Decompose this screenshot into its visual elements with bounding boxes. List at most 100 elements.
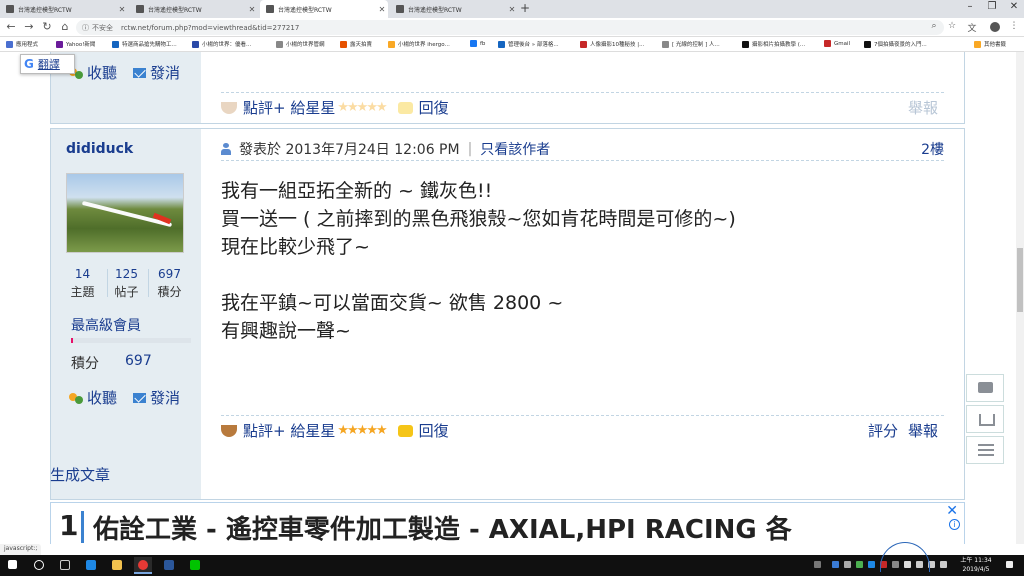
tray-user-icon[interactable] (814, 561, 821, 568)
floor-number[interactable]: 2樓 (921, 139, 944, 159)
bookmark-label: Gmail (834, 40, 851, 47)
line-app[interactable] (186, 557, 204, 574)
ad-headline[interactable]: 佑詮工業 - 遙控車零件加工製造 - AXIAL,HPI RACING 各 (93, 509, 792, 544)
browser-tab-4[interactable]: 台灣遙控模型RCTW ✕ (390, 0, 518, 18)
rate-link[interactable]: 點評 (243, 420, 273, 441)
tray-app-icon[interactable] (856, 561, 863, 568)
listen-link[interactable]: 收聽 (87, 62, 117, 83)
tray-app-icon[interactable] (832, 561, 839, 568)
bookmark-item[interactable]: 7個拍攝夜景的入門... (864, 40, 927, 48)
bookmark-label: 攝影相片拍攝教學 (... (752, 42, 806, 48)
menu-kebab-icon[interactable]: ⋮ (1008, 21, 1020, 33)
score-link[interactable]: 評分 (868, 420, 898, 441)
report-link[interactable]: 舉報 (908, 420, 938, 441)
bookmark-item[interactable]: 管理後台 » 部落格... (498, 40, 559, 48)
bookmark-item[interactable]: 小楊的世界：優看... (192, 40, 251, 48)
ad-divider (81, 511, 84, 543)
comment-icon[interactable] (966, 374, 1004, 402)
avatar[interactable] (66, 173, 184, 253)
bookmark-star-icon[interactable]: ☆ (946, 21, 958, 33)
stat-posts[interactable]: 125 帖子 (104, 267, 149, 300)
chrome-app[interactable] (134, 557, 152, 574)
reply-link[interactable]: 回復 (419, 97, 449, 118)
tab-close-icon[interactable]: ✕ (116, 5, 128, 14)
scrollbar-thumb[interactable] (1017, 248, 1023, 312)
points-value[interactable]: 697 (125, 353, 152, 369)
back-icon[interactable]: ← (4, 20, 18, 33)
google-icon: G (24, 57, 34, 71)
new-tab-button[interactable]: + (520, 1, 530, 15)
author-username[interactable]: dididuck (66, 141, 133, 157)
page-scrollbar[interactable] (1016, 52, 1024, 544)
explorer-app[interactable] (108, 557, 126, 574)
start-button[interactable] (4, 557, 22, 574)
tab-title: 台灣遙控模型RCTW (18, 6, 72, 14)
bookmark-label: [ 光線的控制 ] 人... (672, 42, 720, 48)
give-stars-link[interactable]: + 給星星 (273, 97, 335, 118)
post-action-bar: 點評 + 給星星 ★★★★★ 回復 評分 舉報 (221, 415, 944, 440)
restore-icon[interactable]: ❐ (982, 1, 1002, 12)
bookmark-item[interactable]: Yahoo!新聞 (56, 40, 95, 48)
bookmark-item[interactable]: 人像攝影10種秘技 |... (580, 40, 644, 48)
url-text[interactable]: rctw.net/forum.php?mod=viewthread&tid=27… (121, 24, 299, 32)
bookmark-item[interactable]: 攝影相片拍攝教學 (... (742, 40, 805, 48)
info-icon[interactable]: ⓘ (82, 23, 89, 33)
list-icon[interactable] (966, 436, 1004, 464)
ad-close-icon[interactable]: ✕ (946, 503, 958, 519)
ad-info-icon[interactable]: i (949, 519, 960, 530)
browser-tab-3-active[interactable]: 台灣遙控模型RCTW ✕ (260, 0, 388, 18)
back-to-top-icon[interactable] (966, 405, 1004, 433)
bookmark-item[interactable]: [ 光線的控制 ] 人... (662, 40, 720, 48)
tab-close-icon[interactable]: ✕ (506, 5, 518, 14)
browser-tab-2[interactable]: 台灣遙控模型RCTW ✕ (130, 0, 258, 18)
tab-close-icon[interactable]: ✕ (246, 5, 258, 14)
bookmark-item[interactable]: fb (470, 40, 485, 47)
clock-date: 2019/4/5 (962, 566, 990, 573)
give-stars-link[interactable]: + 給星星 (273, 420, 335, 441)
stat-number: 125 (115, 267, 138, 281)
browser-tab-1[interactable]: 台灣遙控模型RCTW ✕ (0, 0, 128, 18)
listen-link[interactable]: 收聽 (87, 387, 117, 408)
input-method-icon[interactable] (940, 561, 947, 568)
bookmark-item[interactable]: 小楊的世界管網 (276, 40, 325, 48)
tray-app-icon[interactable] (868, 561, 875, 568)
forward-icon[interactable]: → (22, 20, 36, 33)
reload-icon[interactable]: ↻ (40, 20, 54, 33)
bookmark-item[interactable]: 小楊的世界 ihergo... (388, 40, 450, 48)
bookmark-item[interactable]: 其他書籤 (974, 40, 1006, 48)
rate-link[interactable]: 點評 (243, 97, 273, 118)
translate-link[interactable]: 翻譯 (38, 56, 60, 72)
stat-points[interactable]: 697 積分 (147, 267, 192, 300)
window-close-icon[interactable]: ✕ (1004, 1, 1024, 12)
message-link[interactable]: 發消 (150, 387, 180, 408)
google-translate-popup[interactable]: G 翻譯 (20, 54, 75, 74)
report-link[interactable]: 舉報 (908, 97, 938, 118)
home-icon[interactable]: ⌂ (58, 20, 72, 33)
ad-banner[interactable]: 1 佑詮工業 - 遙控車零件加工製造 - AXIAL,HPI RACING 各 … (50, 502, 965, 544)
tab-close-icon[interactable]: ✕ (376, 5, 388, 14)
tray-app-icon[interactable] (844, 561, 851, 568)
search-button[interactable] (30, 557, 48, 574)
bookmark-item[interactable]: 應用程式 (6, 40, 38, 48)
stat-label: 主題 (70, 285, 95, 299)
generate-article-link[interactable]: 生成文章 (50, 464, 110, 485)
stat-topics[interactable]: 14 主題 (60, 267, 105, 300)
bookmark-item[interactable]: 露天拍賣 (340, 40, 372, 48)
profile-avatar[interactable] (990, 22, 1000, 32)
post-floor-2: dididuck 14 主題 125 帖子 697 積分 最高級會員 積分 69… (50, 128, 965, 500)
reply-link[interactable]: 回復 (419, 420, 449, 441)
message-link[interactable]: 發消 (150, 62, 180, 83)
edge-app[interactable] (82, 557, 100, 574)
url-bar[interactable]: ⓘ 不安全 rctw.net/forum.php?mod=viewthread&… (76, 20, 944, 35)
member-rank[interactable]: 最高級會員 (71, 315, 141, 335)
translate-extension-icon[interactable]: 文 (966, 21, 978, 34)
minimize-icon[interactable]: – (960, 1, 980, 12)
zoom-icon[interactable]: ⌕ (928, 21, 940, 33)
notifications-icon[interactable] (1006, 561, 1013, 568)
system-clock[interactable]: 上午 11:34 2019/4/5 (956, 556, 996, 574)
word-app[interactable] (160, 557, 178, 574)
author-only-link[interactable]: 只看該作者 (480, 139, 550, 159)
task-view-button[interactable] (56, 557, 74, 574)
bookmark-item[interactable]: 特選商品搶先購物工... (112, 40, 177, 48)
bookmark-item[interactable]: Gmail (824, 40, 850, 47)
